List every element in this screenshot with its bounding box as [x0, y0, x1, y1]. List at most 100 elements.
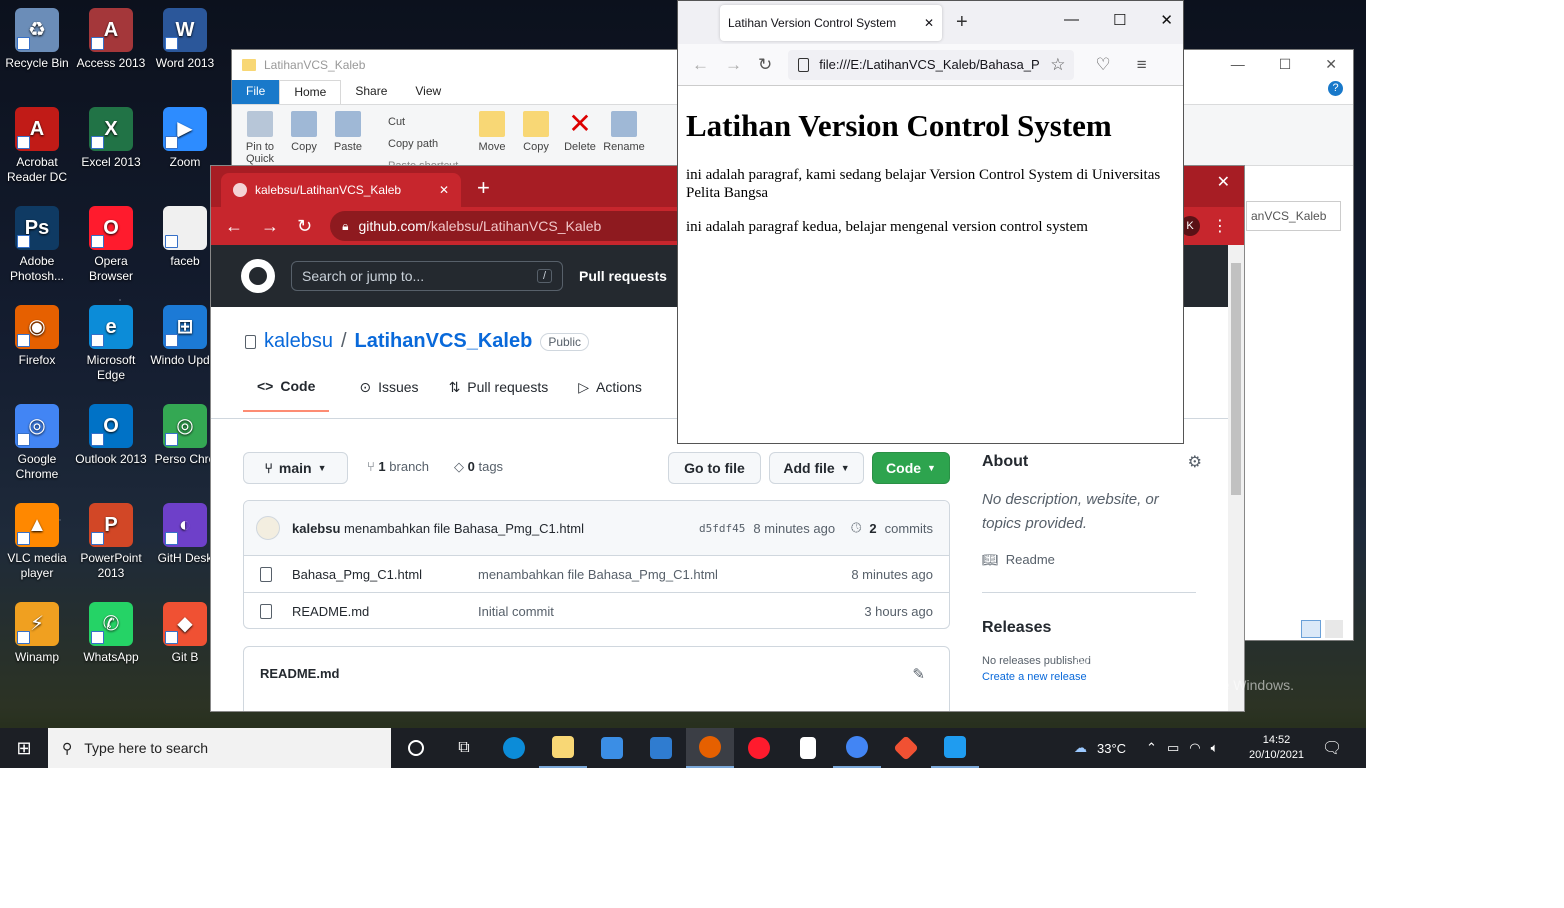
branch-select-button[interactable]: ⑂ main ▼ [243, 452, 348, 484]
maximize-icon[interactable]: ☐ [1279, 56, 1292, 73]
forward-icon[interactable]: → [261, 216, 279, 237]
desktop-icon[interactable]: Ps Adobe Photosh... [0, 206, 74, 284]
view-toggle[interactable] [1301, 620, 1343, 638]
commit-sha[interactable]: d5fdf45 [699, 522, 745, 535]
file-commit-msg[interactable]: Initial commit [478, 604, 554, 619]
chrome-tab[interactable]: kalebsu/LatihanVCS_Kaleb ✕ [221, 173, 461, 207]
taskbar-vscode[interactable] [931, 728, 979, 768]
close-window-icon[interactable]: ✕ [1217, 172, 1230, 192]
cut-button[interactable]: Cut [370, 111, 470, 133]
taskbar-file[interactable] [784, 728, 832, 768]
github-search-input[interactable]: Search or jump to... / [291, 261, 563, 291]
repo-owner-link[interactable]: kalebsu [264, 330, 333, 353]
paste-button[interactable]: Paste [326, 105, 370, 165]
file-name[interactable]: README.md [292, 604, 478, 619]
new-tab-icon[interactable]: + [956, 11, 968, 34]
taskbar-search-input[interactable]: ⚲ Type here to search [48, 728, 391, 768]
tab-code[interactable]: <> Code [243, 378, 330, 412]
copy-path-button[interactable]: Copy path [370, 133, 470, 155]
taskbar-firefox[interactable] [686, 728, 734, 768]
desktop-icon[interactable]: ◉ Firefox [0, 305, 74, 368]
desktop-icon[interactable]: A Acrobat Reader DC [0, 107, 74, 185]
file-name[interactable]: Bahasa_Pmg_C1.html [292, 567, 478, 582]
copy-to-button[interactable]: Copy [514, 105, 558, 165]
move-to-button[interactable]: Move [470, 105, 514, 165]
chrome-menu-icon[interactable]: ⋮ [1212, 216, 1228, 236]
branch-count-link[interactable]: ⑂ 1 branch [367, 459, 429, 474]
wifi-icon[interactable]: ◠ [1189, 740, 1200, 756]
ribbon-tab-view[interactable]: View [401, 80, 455, 104]
firefox-menu-icon[interactable]: ≡ [1137, 55, 1147, 75]
taskbar-mail[interactable] [637, 728, 685, 768]
taskbar-opera[interactable] [735, 728, 783, 768]
tab-actions[interactable]: ▷ Actions [578, 378, 642, 412]
pocket-icon[interactable]: ♡ [1096, 55, 1111, 75]
taskbar-store[interactable] [588, 728, 636, 768]
start-button[interactable]: ⊞ [0, 728, 48, 768]
github-logo-icon[interactable] [241, 259, 275, 293]
new-tab-icon[interactable]: + [477, 175, 490, 201]
commit-count[interactable]: 2 [869, 521, 876, 536]
forward-icon[interactable]: → [725, 55, 742, 75]
gear-icon[interactable]: ⚙ [1188, 452, 1202, 472]
vertical-scrollbar[interactable] [1228, 245, 1244, 711]
table-row[interactable]: Bahasa_Pmg_C1.html menambahkan file Baha… [244, 555, 949, 592]
close-icon[interactable]: ✕ [1160, 11, 1173, 29]
reload-icon[interactable]: ↻ [297, 216, 312, 237]
readme-link[interactable]: 📖︎ Readme [982, 552, 1202, 568]
code-button[interactable]: Code ▼ [872, 452, 950, 484]
taskbar-file-explorer[interactable] [539, 728, 587, 768]
taskbar-git[interactable] [882, 728, 930, 768]
edit-pencil-icon[interactable]: ✎ [912, 665, 925, 683]
table-row[interactable]: README.md Initial commit 3 hours ago [244, 592, 949, 628]
desktop-icon[interactable]: ▲ VLC media player [0, 503, 74, 581]
ribbon-tab-file[interactable]: File [232, 80, 280, 104]
large-icons-view-icon[interactable] [1325, 620, 1343, 638]
taskbar-edge[interactable] [490, 728, 538, 768]
weather-icon[interactable]: ☁ [1074, 740, 1087, 756]
commit-message[interactable]: menambahkan file Bahasa_Pmg_C1.html [344, 521, 584, 536]
bookmark-star-icon[interactable]: ☆ [1046, 54, 1070, 75]
repo-name-link[interactable]: LatihanVCS_Kaleb [355, 330, 533, 353]
reload-icon[interactable]: ↻ [758, 55, 772, 75]
delete-button[interactable]: ✕ Delete [558, 105, 602, 165]
releases-title[interactable]: Releases [982, 619, 1202, 637]
commit-label[interactable]: commits [885, 521, 933, 536]
ribbon-tab-share[interactable]: Share [341, 80, 401, 104]
battery-icon[interactable]: ▭ [1167, 740, 1179, 756]
temperature[interactable]: 33°C [1097, 741, 1126, 756]
desktop-icon[interactable]: ♻ Recycle Bin [0, 8, 74, 71]
back-icon[interactable]: ← [692, 55, 709, 75]
notification-button[interactable]: 🗨︎ [1322, 728, 1342, 768]
task-view-button[interactable]: ⧉ [440, 728, 488, 768]
desktop-icon[interactable]: ▶ Zoom [148, 107, 222, 170]
help-icon[interactable]: ? [1328, 81, 1343, 96]
commit-author[interactable]: kalebsu [292, 521, 340, 536]
volume-icon[interactable]: 🔈︎ [1211, 740, 1219, 756]
desktop-icon[interactable]: A Access 2013 [74, 8, 148, 71]
go-to-file-button[interactable]: Go to file [668, 452, 761, 484]
desktop-icon[interactable]: ⚡ Winamp [0, 602, 74, 665]
taskbar-chrome[interactable] [833, 728, 881, 768]
firefox-address-bar[interactable]: file:///E:/LatihanVCS_Kaleb/Bahasa_P [788, 49, 1075, 80]
desktop-icon[interactable]: ◎ Google Chrome [0, 404, 74, 482]
firefox-window[interactable]: Latihan Version Control System ✕ + — ☐ ✕… [677, 0, 1184, 444]
tab-pull-requests[interactable]: ⇅ Pull requests [449, 378, 549, 412]
back-icon[interactable]: ← [225, 216, 243, 237]
close-icon[interactable]: ✕ [1325, 56, 1337, 73]
ribbon-tab-home[interactable]: Home [279, 80, 342, 104]
copy-button[interactable]: Copy [282, 105, 326, 165]
desktop-icon[interactable]: e Microsoft Edge [74, 305, 148, 383]
desktop-icon[interactable]: ✆ WhatsApp [74, 602, 148, 665]
clock[interactable]: 14:52 20/10/2021 [1249, 728, 1304, 768]
close-tab-icon[interactable]: ✕ [924, 16, 934, 30]
file-commit-msg[interactable]: menambahkan file Bahasa_Pmg_C1.html [478, 567, 718, 582]
desktop-icon[interactable]: W Word 2013 [148, 8, 222, 71]
firefox-tab[interactable]: Latihan Version Control System ✕ [720, 4, 942, 41]
maximize-icon[interactable]: ☐ [1113, 11, 1126, 29]
desktop-icon[interactable]: X Excel 2013 [74, 107, 148, 170]
nav-pull-requests[interactable]: Pull requests [579, 268, 667, 284]
pin-button[interactable]: Pin to Quick [238, 105, 282, 165]
address-bar[interactable]: 🔒︎ github.com/kalebsu/LatihanVCS_Kaleb [330, 211, 691, 241]
scrollbar-thumb[interactable] [1231, 263, 1241, 495]
